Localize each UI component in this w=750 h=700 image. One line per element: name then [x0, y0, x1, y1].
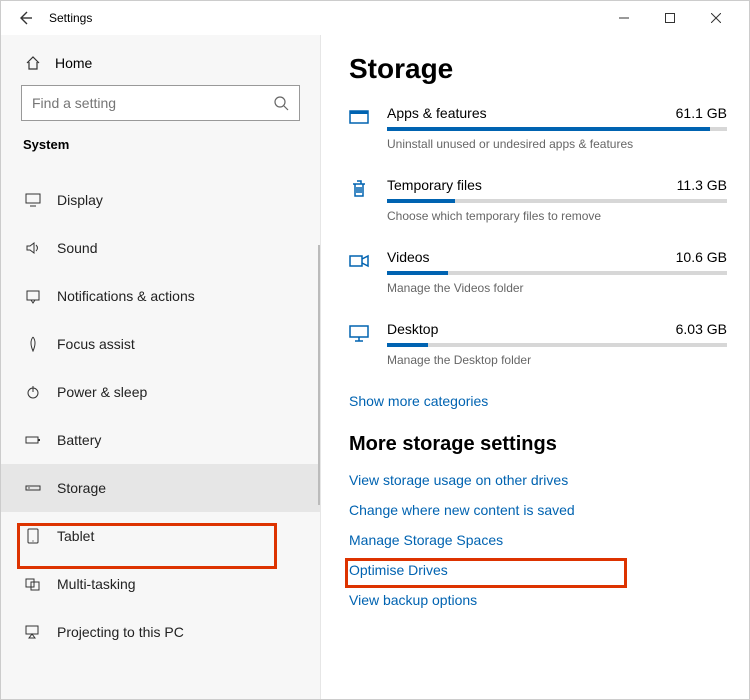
power-icon [25, 384, 41, 400]
main-content: Storage Apps & features 61.1 GB Uninstall… [321, 35, 749, 699]
category-name: Temporary files [387, 177, 482, 193]
category-size: 10.6 GB [676, 249, 727, 265]
search-input[interactable] [32, 95, 273, 111]
display-icon [25, 192, 41, 208]
storage-bar [387, 199, 727, 203]
back-button[interactable] [11, 4, 39, 32]
arrow-left-icon [17, 10, 33, 26]
sidebar-home[interactable]: Home [1, 49, 320, 85]
tablet-icon [25, 528, 41, 544]
sidebar-item-tablet[interactable]: Tablet [1, 512, 320, 560]
sound-icon [25, 240, 41, 256]
sidebar-item-focus-assist[interactable]: Focus assist [1, 320, 320, 368]
sidebar-item-sound[interactable]: Sound [1, 224, 320, 272]
sidebar-item-notifications[interactable]: Notifications & actions [1, 272, 320, 320]
home-icon [25, 55, 41, 71]
focus-assist-icon [25, 336, 41, 352]
multitasking-icon [25, 576, 41, 592]
category-name: Desktop [387, 321, 438, 337]
apps-icon [349, 105, 371, 151]
sidebar-home-label: Home [55, 55, 92, 71]
storage-category-videos[interactable]: Videos 10.6 GB Manage the Videos folder [349, 249, 727, 295]
page-title: Storage [349, 53, 727, 85]
video-icon [349, 249, 371, 295]
sidebar-item-label: Sound [57, 240, 97, 256]
close-icon [711, 13, 721, 23]
maximize-button[interactable] [647, 4, 693, 32]
more-storage-heading: More storage settings [349, 433, 727, 456]
show-more-categories-link[interactable]: Show more categories [349, 393, 727, 409]
sidebar-item-label: Display [57, 192, 103, 208]
trash-icon [349, 177, 371, 223]
sidebar-item-display[interactable]: Display [1, 176, 320, 224]
link-view-backup-options[interactable]: View backup options [349, 592, 727, 608]
storage-bar [387, 271, 727, 275]
storage-bar [387, 343, 727, 347]
sidebar-item-label: Tablet [57, 528, 94, 544]
minimize-icon [619, 13, 629, 23]
sidebar-item-projecting[interactable]: Projecting to this PC [1, 608, 320, 656]
sidebar-item-multitasking[interactable]: Multi-tasking [1, 560, 320, 608]
category-name: Videos [387, 249, 430, 265]
sidebar-item-label: Power & sleep [57, 384, 147, 400]
projecting-icon [25, 624, 41, 640]
storage-category-apps[interactable]: Apps & features 61.1 GB Uninstall unused … [349, 105, 727, 151]
search-box[interactable] [21, 85, 300, 121]
storage-bar [387, 127, 727, 131]
minimize-button[interactable] [601, 4, 647, 32]
storage-icon [25, 480, 41, 496]
titlebar: Settings [1, 1, 749, 35]
sidebar-item-label: Storage [57, 480, 106, 496]
category-size: 6.03 GB [676, 321, 727, 337]
sidebar-item-storage[interactable]: Storage [1, 464, 320, 512]
sidebar-section-label: System [1, 137, 320, 162]
category-size: 11.3 GB [677, 177, 727, 193]
close-button[interactable] [693, 4, 739, 32]
desktop-icon [349, 321, 371, 367]
sidebar-item-label: Projecting to this PC [57, 624, 184, 640]
window-title: Settings [49, 11, 92, 25]
sidebar-list: Display Sound Notifications & actions Fo… [1, 176, 320, 656]
notifications-icon [25, 288, 41, 304]
category-sub: Manage the Desktop folder [387, 353, 727, 367]
sidebar-item-power-sleep[interactable]: Power & sleep [1, 368, 320, 416]
search-icon [273, 95, 289, 111]
sidebar-item-label: Focus assist [57, 336, 135, 352]
storage-category-desktop[interactable]: Desktop 6.03 GB Manage the Desktop folder [349, 321, 727, 367]
settings-window: Settings Home System Display [0, 0, 750, 700]
link-view-usage-other-drives[interactable]: View storage usage on other drives [349, 472, 727, 488]
sidebar-item-label: Multi-tasking [57, 576, 136, 592]
battery-icon [25, 432, 41, 448]
category-sub: Uninstall unused or undesired apps & fea… [387, 137, 727, 151]
category-sub: Choose which temporary files to remove [387, 209, 727, 223]
sidebar: Home System Display Sound Notifications [1, 35, 321, 699]
sidebar-item-battery[interactable]: Battery [1, 416, 320, 464]
sidebar-item-label: Battery [57, 432, 101, 448]
sidebar-scrollbar[interactable] [318, 245, 320, 505]
link-manage-storage-spaces[interactable]: Manage Storage Spaces [349, 532, 727, 548]
storage-category-temp[interactable]: Temporary files 11.3 GB Choose which temp… [349, 177, 727, 223]
category-sub: Manage the Videos folder [387, 281, 727, 295]
category-name: Apps & features [387, 105, 487, 121]
sidebar-item-label: Notifications & actions [57, 288, 195, 304]
category-size: 61.1 GB [676, 105, 727, 121]
link-optimise-drives[interactable]: Optimise Drives [349, 562, 727, 578]
maximize-icon [665, 13, 675, 23]
link-change-save-location[interactable]: Change where new content is saved [349, 502, 727, 518]
